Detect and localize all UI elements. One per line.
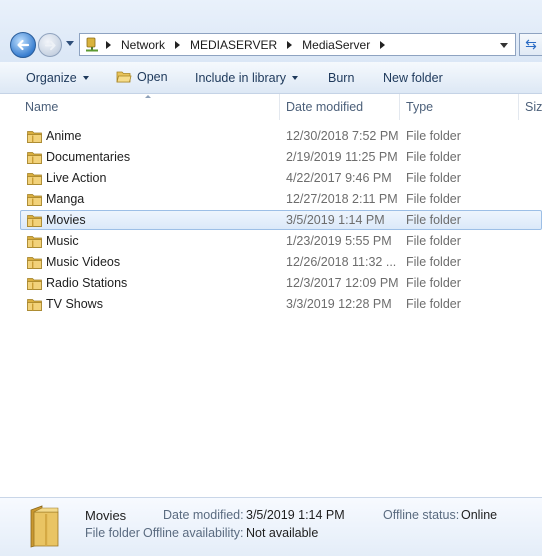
breadcrumb-separator[interactable] bbox=[380, 41, 386, 49]
file-name: Movies bbox=[46, 213, 86, 227]
burn-label: Burn bbox=[328, 71, 355, 85]
file-date-modified: 3/3/2019 12:28 PM bbox=[286, 297, 392, 311]
details-date-modified-label: Date modified: bbox=[163, 508, 244, 522]
chevron-down-icon bbox=[82, 76, 89, 80]
folder-icon bbox=[27, 299, 42, 311]
file-type: File folder bbox=[406, 276, 461, 290]
column-header-size[interactable]: Size bbox=[525, 94, 542, 120]
details-offline-status-label: Offline status: bbox=[383, 508, 460, 522]
forward-button[interactable] bbox=[38, 33, 62, 57]
breadcrumb-separator[interactable] bbox=[287, 41, 293, 49]
file-type: File folder bbox=[406, 234, 461, 248]
file-name: Radio Stations bbox=[46, 276, 128, 290]
chevron-down-icon bbox=[292, 76, 299, 80]
file-date-modified: 2/19/2019 11:25 PM bbox=[286, 150, 398, 164]
file-date-modified: 3/5/2019 1:14 PM bbox=[286, 213, 385, 227]
column-divider[interactable] bbox=[399, 94, 400, 120]
file-type: File folder bbox=[406, 192, 461, 206]
breadcrumb-separator[interactable] bbox=[175, 41, 181, 49]
burn-button[interactable]: Burn bbox=[328, 71, 354, 85]
folder-icon bbox=[27, 278, 42, 290]
details-offline-status-value: Online bbox=[461, 508, 498, 522]
folder-large-icon bbox=[30, 505, 59, 548]
file-row[interactable]: Live Action 4/22/2017 9:46 PM File folde… bbox=[20, 168, 542, 188]
file-row[interactable]: TV Shows 3/3/2019 12:28 PM File folder bbox=[20, 294, 542, 314]
command-bar: Organize Open Include in library Burn Ne… bbox=[0, 62, 542, 94]
file-type: File folder bbox=[406, 171, 461, 185]
file-date-modified: 12/3/2017 12:09 PM bbox=[286, 276, 398, 290]
organize-menu[interactable]: Organize bbox=[26, 71, 89, 85]
file-type: File folder bbox=[406, 150, 461, 164]
column-header-row: Name Date modified Type Size bbox=[0, 94, 542, 120]
file-row[interactable]: Music 1/23/2019 5:55 PM File folder bbox=[20, 231, 542, 251]
file-row[interactable]: Documentaries 2/19/2019 11:25 PM File fo… bbox=[20, 147, 542, 167]
column-divider[interactable] bbox=[518, 94, 519, 120]
refresh-button[interactable]: ⇆ bbox=[519, 33, 542, 56]
folder-icon bbox=[27, 257, 42, 269]
refresh-icon: ⇆ bbox=[525, 36, 537, 52]
column-header-date-modified[interactable]: Date modified bbox=[286, 94, 396, 120]
open-folder-icon bbox=[116, 71, 132, 83]
file-row[interactable]: Anime 12/30/2018 7:52 PM File folder bbox=[20, 126, 542, 146]
column-header-type[interactable]: Type bbox=[406, 94, 516, 120]
network-drive-icon bbox=[86, 37, 98, 52]
file-name: TV Shows bbox=[46, 297, 103, 311]
include-in-library-menu[interactable]: Include in library bbox=[195, 71, 299, 85]
column-divider[interactable] bbox=[279, 94, 280, 120]
file-date-modified: 1/23/2019 5:55 PM bbox=[286, 234, 392, 248]
address-input[interactable]: Network MEDIASERVER MediaServer bbox=[79, 33, 516, 56]
details-item-name: Movies bbox=[85, 508, 127, 523]
new-folder-label: New folder bbox=[383, 71, 443, 85]
details-pane: Movies File folder Date modified: 3/5/20… bbox=[0, 497, 542, 556]
file-name: Music bbox=[46, 234, 79, 248]
file-date-modified: 12/30/2018 7:52 PM bbox=[286, 129, 398, 143]
file-date-modified: 4/22/2017 9:46 PM bbox=[286, 171, 392, 185]
folder-icon bbox=[27, 215, 42, 227]
folder-icon bbox=[27, 152, 42, 164]
new-folder-button[interactable]: New folder bbox=[383, 71, 443, 85]
folder-icon bbox=[27, 236, 42, 248]
include-in-library-label: Include in library bbox=[195, 71, 287, 85]
address-history-dropdown[interactable] bbox=[500, 43, 508, 48]
details-date-modified-value: 3/5/2019 1:14 PM bbox=[246, 508, 345, 522]
file-type: File folder bbox=[406, 255, 461, 269]
back-arrow-icon bbox=[17, 39, 30, 51]
file-row[interactable]: Music Videos 12/26/2018 11:32 ... File f… bbox=[20, 252, 542, 272]
file-name: Anime bbox=[46, 129, 82, 143]
file-name: Documentaries bbox=[46, 150, 131, 164]
column-header-name[interactable]: Name bbox=[25, 94, 275, 120]
file-type: File folder bbox=[406, 213, 461, 227]
address-bar-area: Network MEDIASERVER MediaServer ⇆ bbox=[0, 0, 542, 63]
back-button[interactable] bbox=[10, 32, 36, 58]
breadcrumb-separator[interactable] bbox=[106, 41, 111, 49]
recent-pages-dropdown[interactable] bbox=[66, 41, 74, 46]
file-date-modified: 12/27/2018 2:11 PM bbox=[286, 192, 398, 206]
file-name: Music Videos bbox=[46, 255, 121, 269]
forward-arrow-icon bbox=[44, 40, 56, 51]
open-button[interactable]: Open bbox=[116, 70, 168, 84]
open-label: Open bbox=[137, 70, 168, 84]
file-name: Manga bbox=[46, 192, 85, 206]
file-row[interactable]: Radio Stations 12/3/2017 12:09 PM File f… bbox=[20, 273, 542, 293]
folder-icon bbox=[27, 131, 42, 143]
breadcrumb: Network MEDIASERVER MediaServer bbox=[102, 38, 395, 52]
folder-icon bbox=[27, 173, 42, 185]
breadcrumb-network[interactable]: Network bbox=[121, 38, 165, 52]
file-type: File folder bbox=[406, 297, 461, 311]
folder-icon bbox=[27, 194, 42, 206]
details-offline-availability-label: Offline availability: bbox=[143, 526, 244, 540]
file-date-modified: 12/26/2018 11:32 ... bbox=[286, 255, 397, 269]
organize-label: Organize bbox=[26, 71, 77, 85]
details-item-kind: File folder bbox=[85, 526, 140, 540]
breadcrumb-mediaserver-host[interactable]: MEDIASERVER bbox=[190, 38, 277, 52]
file-type: File folder bbox=[406, 129, 461, 143]
details-offline-availability-value: Not available bbox=[246, 526, 319, 540]
file-row[interactable]: Manga 12/27/2018 2:11 PM File folder bbox=[20, 189, 542, 209]
file-name: Live Action bbox=[46, 171, 107, 185]
file-row[interactable]: Movies 3/5/2019 1:14 PM File folder bbox=[20, 210, 542, 230]
breadcrumb-mediaserver-share[interactable]: MediaServer bbox=[302, 38, 370, 52]
